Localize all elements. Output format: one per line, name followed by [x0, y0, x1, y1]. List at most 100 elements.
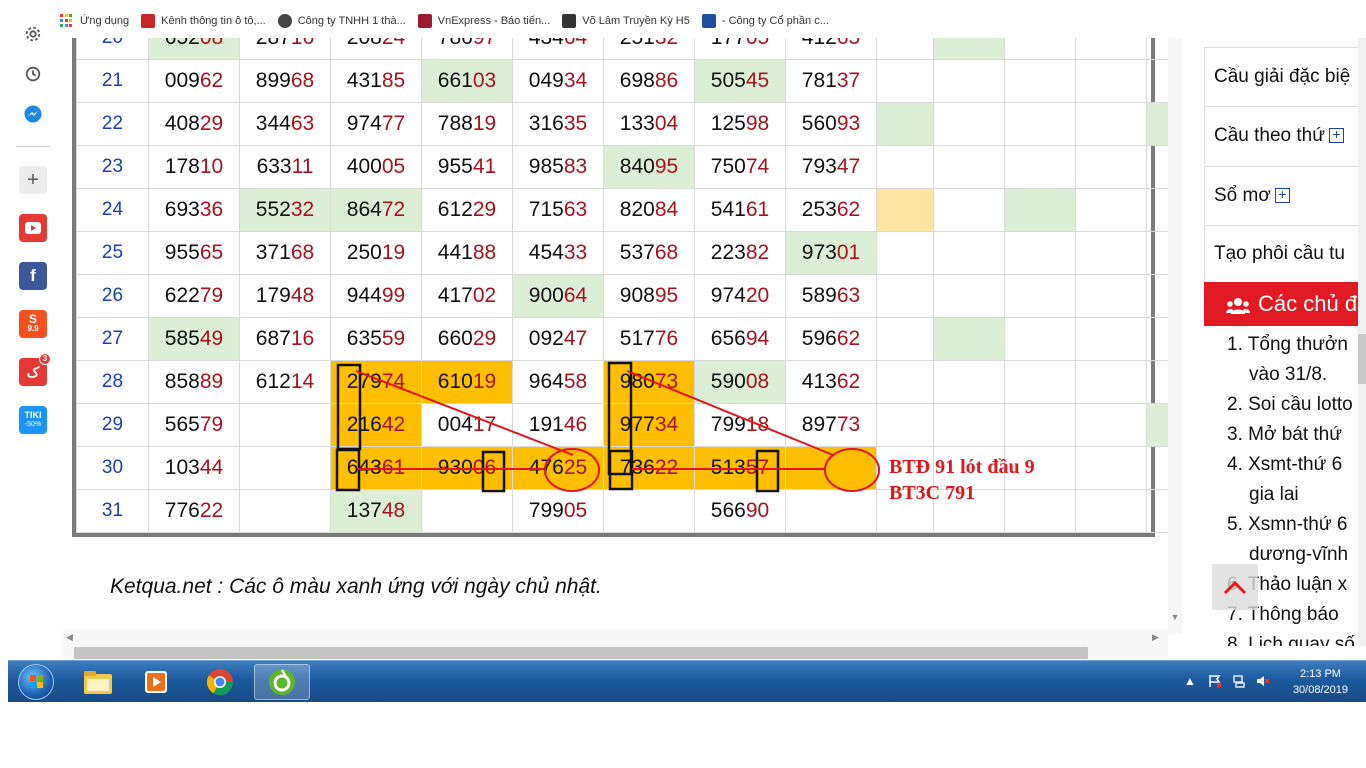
bookmark-item[interactable]: Kênh thông tin ô tô,...: [141, 14, 266, 28]
result-cell: 69336: [148, 188, 240, 232]
results-page[interactable]: 2065208287162082478697434642513217705412…: [62, 38, 1182, 628]
result-tail-digits: 18: [745, 413, 770, 436]
action-center-flag-icon[interactable]: [1208, 674, 1224, 690]
topic-item[interactable]: dương-vĩnh: [1249, 544, 1348, 566]
messenger-icon[interactable]: [19, 100, 47, 128]
topic-item[interactable]: 1. Tổng thưởn: [1227, 334, 1348, 356]
result-tail-digits: 36: [199, 198, 224, 221]
topic-item[interactable]: gia lai: [1249, 484, 1299, 506]
settings-icon[interactable]: [19, 20, 47, 48]
bookmark-label: Ứng dụng: [80, 15, 130, 27]
volume-muted-icon[interactable]: [1256, 674, 1272, 690]
topic-item[interactable]: vào 31/8.: [1249, 364, 1327, 386]
result-cell: 55232: [239, 188, 331, 232]
extra-cell: [1075, 38, 1147, 60]
result-tail-digits: 05: [563, 499, 588, 522]
expand-plus-icon[interactable]: +: [1328, 127, 1344, 143]
result-cell: 66103: [421, 59, 513, 103]
result-head-digits: 537: [619, 241, 655, 264]
result-cell: 45433: [512, 231, 604, 275]
tiki-icon[interactable]: TIKI -50%: [19, 406, 47, 434]
result-head-digits: 177: [711, 38, 746, 49]
scroll-to-top-button[interactable]: [1212, 564, 1258, 610]
result-cell: 50545: [694, 59, 786, 103]
result-tail-digits: 14: [290, 370, 315, 393]
topic-item[interactable]: 2. Soi cầu lotto: [1227, 394, 1353, 416]
menu-tao-phoi-cau[interactable]: Tạo phôi cầu tu: [1204, 225, 1366, 283]
result-head-digits: 431: [346, 69, 382, 92]
browser-sidebar: + f S 9.9 ک 3 TIKI -50%: [10, 8, 56, 658]
extra-cell: [933, 145, 1005, 189]
system-clock[interactable]: 2:13 PM 30/08/2019: [1293, 666, 1348, 698]
result-cell: 65694: [694, 317, 786, 361]
result-tail-digits: 85: [381, 69, 406, 92]
facebook-icon[interactable]: f: [19, 262, 47, 290]
result-tail-digits: 48: [290, 284, 315, 307]
result-tail-digits: 90: [745, 499, 770, 522]
day-number: 29: [76, 403, 149, 447]
result-tail-digits: 93: [836, 112, 861, 135]
show-hidden-icons-icon[interactable]: ▲: [1184, 674, 1200, 690]
result-head-digits: 715: [528, 198, 564, 221]
history-icon[interactable]: [19, 60, 47, 88]
result-tail-digits: 95: [654, 155, 679, 178]
bookmark-item[interactable]: Võ Lâm Truyền Kỳ H5: [562, 14, 690, 28]
result-tail-digits: 19: [472, 112, 497, 135]
topic-item[interactable]: 5. Xsmn-thứ 6: [1227, 514, 1347, 536]
result-head-digits: 596: [801, 327, 837, 350]
extra-cell: [876, 274, 934, 318]
media-player-icon[interactable]: [128, 664, 184, 700]
horizontal-scroll-thumb[interactable]: [74, 647, 1088, 659]
topic-item[interactable]: 8. Lịch quay số: [1227, 634, 1355, 646]
shopee-icon[interactable]: S 9.9: [19, 310, 47, 338]
topic-item[interactable]: 4. Xsmt-thứ 6: [1227, 454, 1342, 476]
menu-cau-theo-thu[interactable]: Cầu theo thứ +: [1204, 106, 1366, 164]
menu-cau-giai-dac-biet[interactable]: Cầu giải đặc biệ: [1204, 47, 1366, 105]
result-cell: 66029: [421, 317, 513, 361]
result-tail-digits: 74: [381, 370, 406, 393]
start-button[interactable]: [12, 662, 60, 702]
result-head-digits: 417: [437, 284, 473, 307]
chrome-icon[interactable]: [192, 664, 248, 700]
vertical-scrollbar[interactable]: [1168, 38, 1182, 634]
add-icon[interactable]: +: [19, 166, 47, 194]
table-row: 30 10344 64361 93006 47625 73622 51357: [76, 446, 1182, 490]
expand-plus-icon[interactable]: +: [1274, 187, 1290, 203]
explorer-icon[interactable]: [70, 664, 126, 700]
youtube-icon[interactable]: [19, 214, 47, 242]
result-cell: 77622: [148, 489, 240, 533]
bookmark-item[interactable]: VnExpress - Báo tiến...: [417, 14, 550, 28]
extra-cell: [933, 38, 1005, 60]
table-row: 2065208287162082478697434642513217705412…: [76, 38, 1182, 60]
bookmark-item[interactable]: Ứng dụng: [60, 14, 129, 28]
chevron-up-icon: [1223, 580, 1247, 595]
result-head-digits: 944: [346, 284, 382, 307]
right-sidebar-scroll-thumb[interactable]: [1358, 334, 1366, 384]
scroll-right-arrow-icon[interactable]: ▶: [1152, 632, 1159, 643]
extra-cell: [1004, 188, 1076, 232]
result-tail-digits: 25: [563, 456, 588, 479]
result-head-digits: 786: [438, 38, 473, 49]
scroll-down-arrow-icon[interactable]: ▼: [1168, 612, 1182, 626]
result-head-digits: 413: [801, 370, 837, 393]
result-cell: 65208: [148, 38, 240, 60]
lazada-icon[interactable]: ک 3: [19, 353, 51, 386]
legend-note: Ketqua.net : Các ô màu xanh ứng với ngày…: [110, 575, 602, 598]
result-cell: 56093: [785, 102, 877, 146]
topic-item[interactable]: 3. Mở bát thứ: [1227, 424, 1342, 446]
result-tail-digits: 58: [563, 370, 588, 393]
menu-so-mo[interactable]: Sổ mơ +: [1204, 166, 1366, 224]
result-tail-digits: 62: [836, 327, 861, 350]
result-tail-digits: 57: [745, 456, 770, 479]
bookmarks-bar: Ứng dụng Kênh thông tin ô tô,... Công ty T…: [60, 6, 1366, 36]
result-cell: 28716: [239, 38, 331, 60]
coccoc-icon[interactable]: [254, 664, 310, 700]
bookmark-item[interactable]: Công ty TNHH 1 thà...: [277, 14, 406, 28]
table-row: 24 69336 55232 86472 61229 71563 82084 54161 253…: [76, 188, 1182, 232]
scroll-left-arrow-icon[interactable]: ◀: [66, 632, 73, 643]
bookmark-item[interactable]: - Công ty Cổ phần c...: [701, 14, 829, 28]
result-tail-digits: 16: [291, 38, 314, 49]
result-cell: 53768: [603, 231, 695, 275]
menu-label: Cầu giải đặc biệ: [1214, 65, 1351, 87]
network-icon[interactable]: [1232, 674, 1248, 690]
